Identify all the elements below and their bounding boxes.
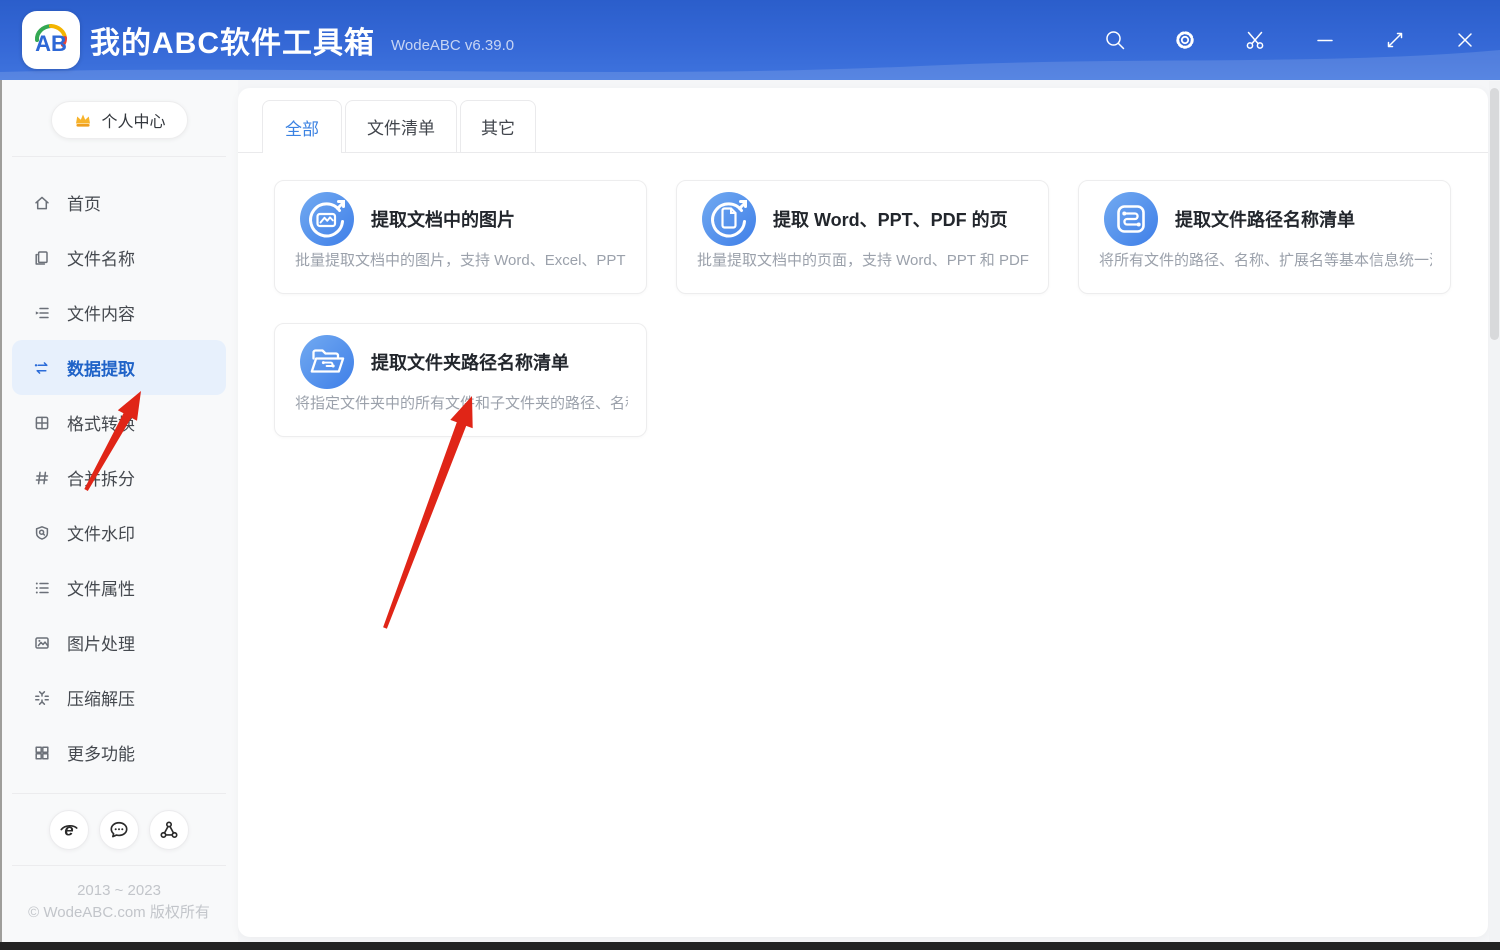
personal-center-button[interactable]: 个人中心 xyxy=(51,101,188,139)
sidebar-item-more-features[interactable]: 更多功能 xyxy=(0,725,238,780)
merge-split-icon xyxy=(33,469,51,487)
more-features-icon xyxy=(33,744,51,762)
browser-button[interactable]: e xyxy=(49,810,89,850)
extract-pages-icon xyxy=(701,191,757,247)
sidebar-item-merge-split[interactable]: 合并拆分 xyxy=(0,450,238,505)
copyright-text: © WodeABC.com 版权所有 xyxy=(0,902,238,924)
compress-icon xyxy=(33,689,51,707)
sidebar-item-label: 文件属性 xyxy=(67,575,135,600)
sidebar-item-home[interactable]: 首页 xyxy=(0,175,238,230)
app-title: 我的ABC软件工具箱 xyxy=(90,18,375,62)
card-title: 提取文档中的图片 xyxy=(371,206,515,232)
sidebar-item-image-process[interactable]: 图片处理 xyxy=(0,615,238,670)
resize-icon[interactable] xyxy=(1384,29,1406,51)
sidebar-divider xyxy=(12,865,226,866)
sidebar-item-label: 文件内容 xyxy=(67,300,135,325)
sidebar-item-file-content[interactable]: 文件内容 xyxy=(0,285,238,340)
sidebar-item-data-extract[interactable]: 数据提取 xyxy=(12,340,226,395)
sidebar-item-label: 更多功能 xyxy=(67,740,135,765)
minimize-icon[interactable] xyxy=(1314,29,1336,51)
tab-other[interactable]: 其它 xyxy=(460,100,536,153)
titlebar-actions xyxy=(1104,0,1476,80)
svg-text:e: e xyxy=(64,822,73,840)
app-logo-icon: AB xyxy=(29,18,73,62)
search-icon[interactable] xyxy=(1104,29,1126,51)
sidebar-item-label: 文件水印 xyxy=(67,520,135,545)
share-button[interactable] xyxy=(149,810,189,850)
card-extract-pages[interactable]: 提取 Word、PPT、PDF 的页 批量提取文档中的页面，支持 Word、PP… xyxy=(676,180,1049,294)
format-convert-icon xyxy=(33,414,51,432)
close-icon[interactable] xyxy=(1454,29,1476,51)
share-icon xyxy=(158,819,180,841)
tab-label: 全部 xyxy=(285,115,319,140)
sidebar-divider xyxy=(12,156,226,157)
window-left-edge xyxy=(0,80,2,942)
svg-text:AB: AB xyxy=(35,31,67,56)
app-version: WodeABC v6.39.0 xyxy=(391,37,514,54)
sidebar-item-label: 数据提取 xyxy=(67,355,135,380)
sidebar-item-label: 压缩解压 xyxy=(67,685,135,710)
tab-label: 文件清单 xyxy=(367,114,435,139)
card-extract-images[interactable]: 提取文档中的图片 批量提取文档中的图片，支持 Word、Excel、PPT 和 xyxy=(274,180,647,294)
card-title: 提取文件路径名称清单 xyxy=(1175,206,1355,232)
personal-center-label: 个人中心 xyxy=(101,108,165,132)
app-logo: AB xyxy=(22,11,80,69)
chat-icon xyxy=(108,819,130,841)
sidebar-copyright: 2013 ~ 2023 © WodeABC.com 版权所有 xyxy=(0,880,238,924)
feedback-button[interactable] xyxy=(99,810,139,850)
image-process-icon xyxy=(33,634,51,652)
sidebar-divider xyxy=(12,793,226,794)
tab-all[interactable]: 全部 xyxy=(262,100,342,153)
tab-file-list[interactable]: 文件清单 xyxy=(345,100,457,153)
sidebar-footer-icons: e xyxy=(0,810,238,850)
card-file-path-list[interactable]: 提取文件路径名称清单 将所有文件的路径、名称、扩展名等基本信息统一汇 xyxy=(1078,180,1451,294)
scissors-icon[interactable] xyxy=(1244,29,1266,51)
extract-images-icon xyxy=(299,191,355,247)
tab-label: 其它 xyxy=(481,114,515,139)
main-panel: 全部 文件清单 其它 提取文档中的图片 批量提取 xyxy=(238,88,1488,937)
card-description: 批量提取文档中的图片，支持 Word、Excel、PPT 和 xyxy=(295,249,628,270)
folder-path-list-icon xyxy=(299,334,355,390)
sidebar-item-label: 合并拆分 xyxy=(67,465,135,490)
file-content-icon xyxy=(33,304,51,322)
sidebar-item-label: 文件名称 xyxy=(67,245,135,270)
file-watermark-icon xyxy=(33,524,51,542)
tool-cards: 提取文档中的图片 批量提取文档中的图片，支持 Word、Excel、PPT 和 xyxy=(274,180,1454,437)
sidebar: 个人中心 首页 文件名称 文件内容 数据提取 格式转换 合并拆分 xyxy=(0,80,238,942)
title-bar: AB 我的ABC软件工具箱 WodeABC v6.39.0 xyxy=(0,0,1500,80)
copyright-years: 2013 ~ 2023 xyxy=(0,880,238,902)
sidebar-item-file-watermark[interactable]: 文件水印 xyxy=(0,505,238,560)
data-extract-icon xyxy=(33,359,51,377)
sidebar-item-file-properties[interactable]: 文件属性 xyxy=(0,560,238,615)
home-icon xyxy=(33,194,51,212)
file-name-icon xyxy=(33,249,51,267)
file-properties-icon xyxy=(33,579,51,597)
card-description: 批量提取文档中的页面，支持 Word、PPT 和 PDF 文 xyxy=(697,249,1030,270)
sidebar-item-compress[interactable]: 压缩解压 xyxy=(0,670,238,725)
window-bottom-edge xyxy=(0,942,1500,950)
card-folder-path-list[interactable]: 提取文件夹路径名称清单 将指定文件夹中的所有文件和子文件夹的路径、名称 xyxy=(274,323,647,437)
scrollbar-thumb[interactable] xyxy=(1490,88,1499,340)
card-title: 提取文件夹路径名称清单 xyxy=(371,349,569,375)
sidebar-item-format-convert[interactable]: 格式转换 xyxy=(0,395,238,450)
sidebar-item-file-name[interactable]: 文件名称 xyxy=(0,230,238,285)
browser-icon: e xyxy=(58,819,80,841)
crown-icon xyxy=(73,111,93,129)
sidebar-item-label: 格式转换 xyxy=(67,410,135,435)
sidebar-item-label: 图片处理 xyxy=(67,630,135,655)
card-description: 将所有文件的路径、名称、扩展名等基本信息统一汇 xyxy=(1099,249,1432,270)
card-title: 提取 Word、PPT、PDF 的页 xyxy=(773,206,1008,232)
card-description: 将指定文件夹中的所有文件和子文件夹的路径、名称 xyxy=(295,392,628,413)
file-path-list-icon xyxy=(1103,191,1159,247)
category-tabs: 全部 文件清单 其它 xyxy=(238,88,1488,153)
sidebar-item-label: 首页 xyxy=(67,190,101,215)
sidebar-menu: 首页 文件名称 文件内容 数据提取 格式转换 合并拆分 文件水印 文件属性 xyxy=(0,175,238,780)
settings-icon[interactable] xyxy=(1174,29,1196,51)
